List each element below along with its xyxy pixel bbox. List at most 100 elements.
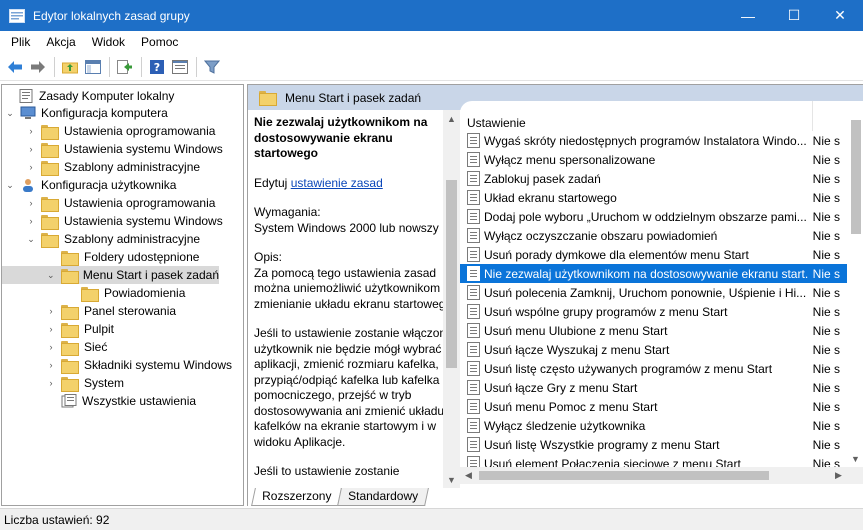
tree-item[interactable]: Powiadomienia [65,284,185,302]
console-tree[interactable]: Zasady Komputer lokalny ⌄ Konfiguracja kom… [1,84,244,506]
tree-item[interactable]: › Panel sterowania [45,302,176,320]
scroll-thumb[interactable] [446,180,457,368]
tree-item[interactable]: Foldery udostępnione [45,248,199,266]
tree-item-label: Powiadomienia [104,286,186,300]
chevron-right-icon[interactable]: › [25,212,37,230]
chevron-right-icon[interactable]: › [45,356,57,374]
back-button[interactable] [4,56,26,78]
setting-row[interactable]: Usuń element Połączenia sieciowe z menu … [460,454,847,467]
setting-row[interactable]: Usuń menu Ulubione z menu Start Nie s [460,321,847,340]
chevron-down-icon[interactable]: ⌄ [25,230,37,248]
view-tabs: Rozszerzony Standardowy [248,488,863,507]
tree-item[interactable]: › Ustawienia oprogramowania [25,194,215,212]
chevron-down-icon[interactable]: ⌄ [4,176,16,194]
setting-name: Wyłącz śledzenie użytkownika [484,418,646,433]
up-folder-button[interactable] [59,56,81,78]
setting-row[interactable]: Usuń łącze Wyszukaj z menu Start Nie s [460,340,847,359]
chevron-right-icon[interactable]: › [45,302,57,320]
close-button[interactable]: ✕ [817,0,863,31]
tree-item[interactable]: Zasady Komputer lokalny [2,87,174,105]
menu-pomoc[interactable]: Pomoc [133,31,186,53]
properties-button[interactable] [169,56,191,78]
tree-item-label: Pulpit [84,322,115,336]
folder-icon [41,196,59,212]
tree-item[interactable]: › Ustawienia systemu Windows [25,212,223,230]
list-hscrollbar[interactable]: ◀ ▶ [460,467,863,484]
menu-widok[interactable]: Widok [84,31,133,53]
console-tree-icon [85,59,101,74]
chevron-right-icon[interactable]: › [25,194,37,212]
tree-item[interactable]: › Składniki systemu Windows [45,356,232,374]
edit-policy-link[interactable]: ustawienie zasad [291,176,383,190]
setting-name: Wyłącz oczyszczanie obszaru powiadomień [484,228,718,243]
setting-row[interactable]: Wygaś skróty niedostępnych programów Ins… [460,131,847,150]
chevron-right-icon[interactable]: › [45,374,57,392]
menu-akcja[interactable]: Akcja [38,31,83,53]
filter-button[interactable] [201,56,223,78]
tree-item[interactable]: ⌄ Menu Start i pasek zadań [2,266,219,284]
tree-item[interactable]: ⌄ Szablony administracyjne [25,230,200,248]
setting-row[interactable]: Usuń listę Wszystkie programy z menu Sta… [460,435,847,454]
tree-item[interactable]: ⌄ Konfiguracja komputera [4,104,168,122]
tree-item[interactable]: › Ustawienia systemu Windows [25,140,223,158]
folder-icon [61,322,79,338]
policy-setting-icon [467,361,480,376]
tree-item[interactable]: › System [45,374,124,392]
column-header-setting[interactable]: Ustawienie [460,102,812,130]
chevron-right-icon[interactable]: › [25,158,37,176]
setting-state: Nie s [812,361,841,376]
chevron-right-icon[interactable]: › [25,122,37,140]
forward-button[interactable] [27,56,49,78]
scroll-up-icon[interactable]: ▲ [443,110,460,127]
description-scrollbar[interactable]: ▲ ▼ [443,110,460,488]
setting-row[interactable]: Wyłącz menu spersonalizowane Nie s [460,150,847,169]
tree-item[interactable]: › Pulpit [45,320,114,338]
setting-row[interactable]: Układ ekranu startowego Nie s [460,188,847,207]
setting-row[interactable]: Nie zezwalaj użytkownikom na dostosowywa… [460,264,847,283]
setting-row[interactable]: Usuń wspólne grupy programów z menu Star… [460,302,847,321]
scroll-thumb[interactable] [851,120,861,234]
chevron-right-icon[interactable]: › [45,320,57,338]
setting-state: Nie s [812,190,841,205]
status-bar: Liczba ustawień: 92 [0,508,863,530]
setting-row[interactable]: Usuń menu Pomoc z menu Start Nie s [460,397,847,416]
chevron-right-icon[interactable]: › [25,140,37,158]
show-hide-tree-button[interactable] [82,56,104,78]
setting-row[interactable]: Usuń listę często używanych programów z … [460,359,847,378]
tree-item[interactable]: › Szablony administracyjne [25,158,200,176]
tree-item[interactable]: ⌄ Konfiguracja użytkownika [4,176,176,194]
menu-plik[interactable]: Plik [3,31,38,53]
tab-standard[interactable]: Standardowy [337,488,430,506]
setting-row[interactable]: Zablokuj pasek zadań Nie s [460,169,847,188]
minimize-button[interactable]: — [725,0,771,31]
user-icon [23,179,33,192]
tree-item[interactable]: › Ustawienia oprogramowania [25,122,215,140]
scroll-right-icon[interactable]: ▶ [830,467,847,484]
setting-row[interactable]: Wyłącz oczyszczanie obszaru powiadomień N… [460,226,847,245]
policy-setting-icon [467,171,480,186]
help-button[interactable]: ? [146,56,168,78]
tree-item-label: Ustawienia oprogramowania [64,124,216,138]
scroll-thumb[interactable] [479,471,769,480]
setting-row[interactable]: Usuń łącze Gry z menu Start Nie s [460,378,847,397]
scroll-down-icon[interactable]: ▼ [443,471,460,488]
setting-row[interactable]: Dodaj pole wyboru „Uruchom w oddzielnym … [460,207,847,226]
list-scrollbar[interactable]: ▼ [847,110,863,467]
settings-count: Liczba ustawień: 92 [4,512,110,527]
chevron-down-icon[interactable]: ⌄ [4,104,16,122]
scroll-down-icon[interactable]: ▼ [847,450,863,467]
tree-item[interactable]: Wszystkie ustawienia [45,392,196,410]
chevron-down-icon[interactable]: ⌄ [45,266,57,284]
tab-extended[interactable]: Rozszerzony [251,488,343,506]
setting-row[interactable]: Usuń porady dymkowe dla elementów menu S… [460,245,847,264]
scroll-left-icon[interactable]: ◀ [460,467,477,484]
chevron-right-icon[interactable]: › [45,338,57,356]
tree-item[interactable]: › Sieć [45,338,107,356]
setting-row[interactable]: Wyłącz śledzenie użytkownika Nie s [460,416,847,435]
export-list-button[interactable] [114,56,136,78]
maximize-button[interactable]: ☐ [771,0,817,31]
settings-list-icon [61,394,77,408]
setting-row[interactable]: Usuń polecenia Zamknij, Uruchom ponownie… [460,283,847,302]
